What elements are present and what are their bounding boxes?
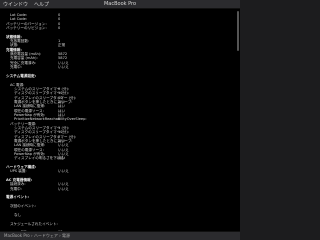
power-info-list: Lot Code: 0 Lot Code: 0 バッテリーのバージョン: 0 バッテリーのリ… (6, 13, 234, 231)
menu-window[interactable]: ウインドウ (0, 1, 31, 8)
menu-help[interactable]: ヘルプ (31, 1, 52, 8)
info-pane: Lot Code: 0 Lot Code: 0 バッテリーのバージョン: 0 バッテリーのリ… (0, 9, 240, 231)
scrollbar[interactable] (237, 11, 239, 51)
menu-bar: ウインドウ ヘルプ MacBook Pro (0, 0, 240, 9)
path-bar-text: MacBook Pro › ハードウェア › 電源 (4, 233, 70, 238)
path-bar: MacBook Pro › ハードウェア › 電源 (0, 231, 240, 240)
